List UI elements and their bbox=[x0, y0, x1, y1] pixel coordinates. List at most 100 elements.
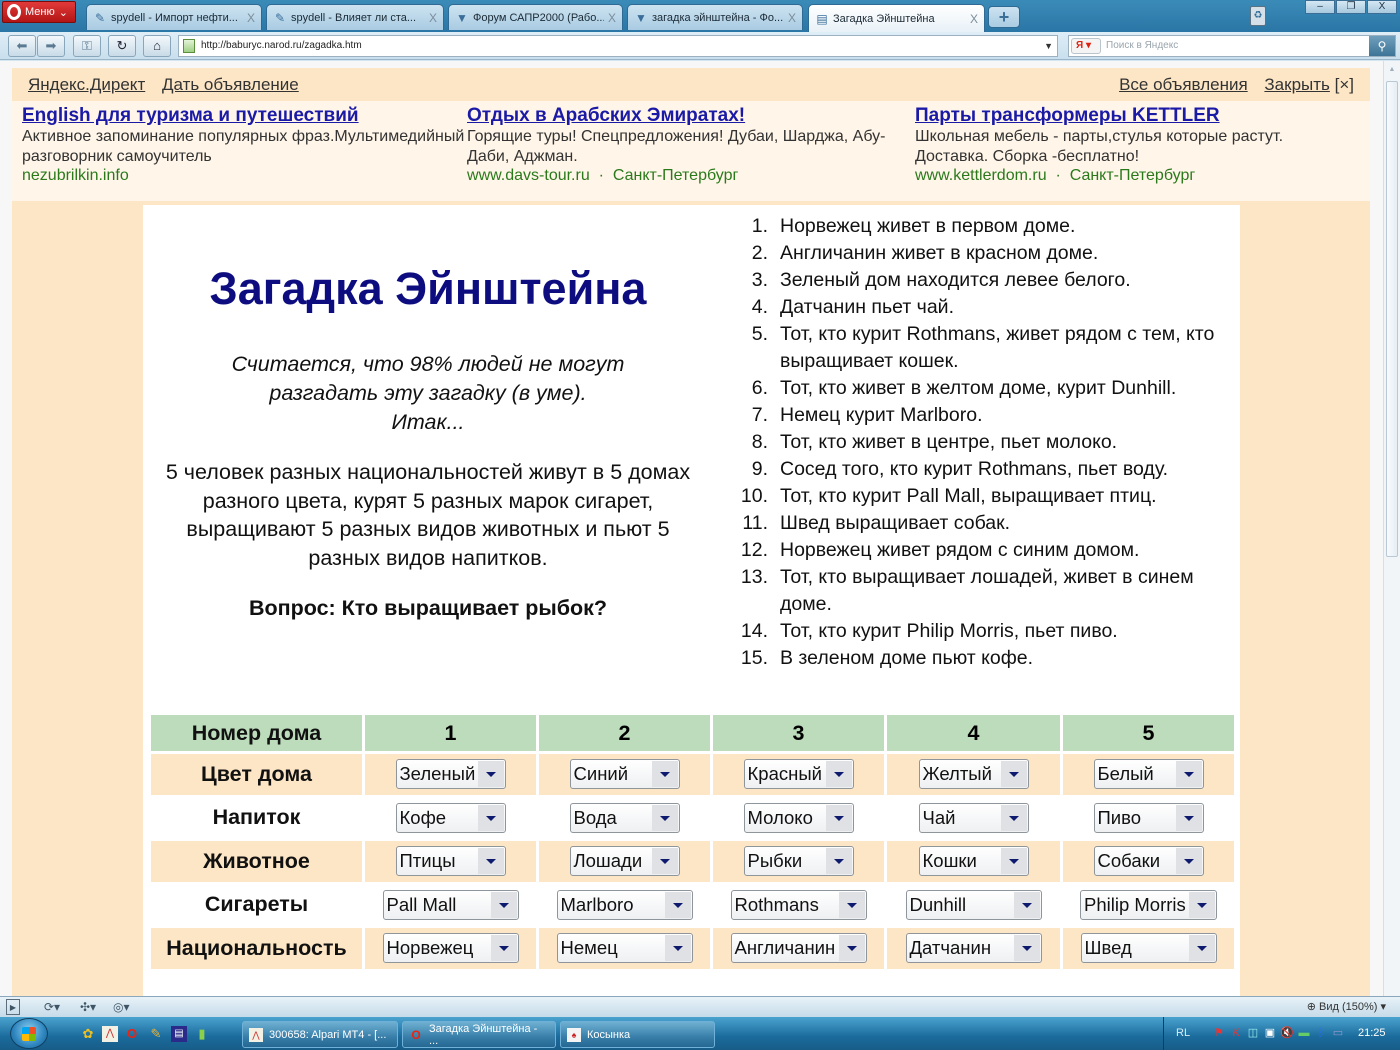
new-tab-button[interactable]: + bbox=[988, 6, 1020, 28]
house-2-select[interactable]: Немец bbox=[556, 933, 693, 964]
tab-forum-sapr[interactable]: ▼ Форум САПР2000 (Рабо... X bbox=[448, 4, 623, 30]
all-ads-link[interactable]: Все объявления bbox=[1119, 75, 1248, 94]
chart-app-icon[interactable]: ⋀ bbox=[102, 1026, 118, 1042]
chevron-down-icon[interactable] bbox=[1175, 804, 1202, 831]
chevron-down-icon[interactable] bbox=[838, 935, 865, 962]
scrollbar-thumb[interactable] bbox=[1386, 81, 1398, 557]
volume-muted-icon[interactable]: 🔇 bbox=[1280, 1025, 1294, 1041]
tab-close-button[interactable]: X bbox=[788, 11, 796, 25]
panel-toggle-icon[interactable]: ▶ bbox=[6, 999, 20, 1015]
reload-button[interactable]: ↻ bbox=[108, 35, 136, 57]
place-ad-link[interactable]: Дать объявление bbox=[162, 75, 299, 94]
language-indicator[interactable]: RL bbox=[1176, 1027, 1190, 1039]
tab-spydell-influence[interactable]: ✎ spydell - Влияет ли ста... X bbox=[266, 4, 444, 30]
task-opera-zagadka[interactable]: O Загадка Эйнштейна - ... bbox=[402, 1021, 556, 1048]
chevron-down-icon[interactable] bbox=[825, 848, 852, 875]
tab-zagadka-active[interactable]: ▤ Загадка Эйнштейна X bbox=[808, 4, 985, 32]
chevron-down-icon[interactable] bbox=[825, 804, 852, 831]
house-1-select[interactable]: Птицы bbox=[395, 846, 506, 877]
minimize-button[interactable]: – bbox=[1305, 0, 1335, 14]
zoom-control[interactable]: ⊕ Вид (150%) ▾ bbox=[1307, 999, 1386, 1015]
house-1-select[interactable]: Кофе bbox=[395, 802, 506, 833]
house-1-select[interactable]: Зеленый bbox=[395, 759, 506, 790]
house-2-select[interactable]: Marlboro bbox=[556, 889, 693, 920]
house-4-select[interactable]: Чай bbox=[918, 802, 1029, 833]
ad-url[interactable]: nezubrilkin.info bbox=[22, 167, 129, 184]
house-5-select[interactable]: Швед bbox=[1080, 933, 1217, 964]
home-button[interactable]: ⌂ bbox=[143, 35, 171, 57]
close-ads-link[interactable]: Закрыть bbox=[1264, 75, 1329, 94]
opera-menu-button[interactable]: Меню ⌄ bbox=[2, 1, 76, 23]
chevron-down-icon[interactable] bbox=[1188, 935, 1215, 962]
yandex-direct-link[interactable]: Яндекс.Директ bbox=[28, 75, 145, 94]
tools-icon[interactable]: ✎ bbox=[148, 1026, 164, 1042]
chevron-down-icon[interactable] bbox=[664, 891, 691, 918]
tab-spydell-import[interactable]: ✎ spydell - Импорт нефти... X bbox=[86, 4, 262, 30]
ad-title-link[interactable]: Парты трансформеры KETTLER bbox=[915, 105, 1360, 127]
chevron-down-icon[interactable] bbox=[477, 848, 504, 875]
house-4-select[interactable]: Датчанин bbox=[905, 933, 1042, 964]
tab-close-button[interactable]: X bbox=[608, 11, 616, 25]
speed-dial-icon[interactable]: ◎▾ bbox=[113, 999, 130, 1015]
ad-url[interactable]: www.davs-tour.ru bbox=[467, 167, 590, 184]
chevron-down-icon[interactable] bbox=[1000, 761, 1027, 788]
sync-icon[interactable]: ⟳▾ bbox=[44, 999, 60, 1015]
house-2-select[interactable]: Лошади bbox=[569, 846, 680, 877]
chevron-down-icon[interactable] bbox=[477, 804, 504, 831]
house-3-select[interactable]: Красный bbox=[743, 759, 854, 790]
house-2-select[interactable]: Синий bbox=[569, 759, 680, 790]
restore-button[interactable]: ❐ bbox=[1336, 0, 1366, 14]
house-3-select[interactable]: Rothmans bbox=[730, 889, 867, 920]
chevron-down-icon[interactable] bbox=[1000, 804, 1027, 831]
start-button[interactable] bbox=[10, 1018, 48, 1049]
house-5-select[interactable]: Philip Morris bbox=[1080, 889, 1217, 920]
house-1-select[interactable]: Pall Mall bbox=[382, 889, 519, 920]
chevron-down-icon[interactable] bbox=[1000, 848, 1027, 875]
house-3-select[interactable]: Рыбки bbox=[743, 846, 854, 877]
chevron-down-icon[interactable] bbox=[1175, 848, 1202, 875]
task-solitaire[interactable]: ♠ Косынка bbox=[560, 1021, 715, 1048]
butterfly-icon[interactable]: ✿ bbox=[80, 1026, 96, 1042]
house-5-select[interactable]: Собаки bbox=[1093, 846, 1204, 877]
opera-icon[interactable]: O bbox=[124, 1026, 140, 1042]
house-5-select[interactable]: Пиво bbox=[1093, 802, 1204, 833]
antivirus-icon[interactable]: K bbox=[1229, 1025, 1243, 1041]
wifi-icon[interactable]: ◫ bbox=[1246, 1025, 1260, 1041]
ad-url[interactable]: www.kettlerdom.ru bbox=[915, 167, 1047, 184]
chevron-down-icon[interactable] bbox=[651, 848, 678, 875]
address-input[interactable]: http://baburyc.narod.ru/zagadka.htm ▼ bbox=[178, 35, 1058, 57]
house-2-select[interactable]: Вода bbox=[569, 802, 680, 833]
chevron-down-icon[interactable]: ▼ bbox=[1044, 36, 1053, 56]
password-manager-button[interactable]: ⚿ bbox=[73, 35, 101, 57]
house-4-select[interactable]: Кошки bbox=[918, 846, 1029, 877]
house-3-select[interactable]: Молоко bbox=[743, 802, 854, 833]
yandex-engine-selector[interactable]: Я ▾ bbox=[1071, 38, 1101, 54]
tab-close-button[interactable]: X bbox=[970, 12, 978, 26]
chevron-down-icon[interactable] bbox=[825, 761, 852, 788]
ad-title-link[interactable]: English для туризма и путешествий bbox=[22, 105, 467, 127]
bluetooth-icon[interactable]: ᛒ bbox=[1314, 1025, 1328, 1041]
ad-title-link[interactable]: Отдых в Арабских Эмиратах! bbox=[467, 105, 915, 127]
house-4-select[interactable]: Желтый bbox=[918, 759, 1029, 790]
save-disk-icon[interactable]: ▤ bbox=[171, 1026, 187, 1042]
chevron-down-icon[interactable] bbox=[1013, 935, 1040, 962]
trash-icon[interactable]: ♻ bbox=[1250, 6, 1266, 26]
chevron-down-icon[interactable] bbox=[490, 935, 517, 962]
chevron-down-icon[interactable] bbox=[651, 761, 678, 788]
clock[interactable]: 21:25 bbox=[1358, 1027, 1386, 1039]
display-icon[interactable]: ▣ bbox=[1263, 1025, 1277, 1041]
house-5-select[interactable]: Белый bbox=[1093, 759, 1204, 790]
scroll-up-icon[interactable]: ▲ bbox=[1384, 63, 1400, 77]
chevron-down-icon[interactable] bbox=[1013, 891, 1040, 918]
unite-icon[interactable]: ✣▾ bbox=[80, 999, 96, 1015]
chevron-down-icon[interactable] bbox=[651, 804, 678, 831]
chevron-down-icon[interactable] bbox=[1175, 761, 1202, 788]
close-window-button[interactable]: X bbox=[1367, 0, 1397, 14]
chevron-down-icon[interactable] bbox=[1189, 891, 1215, 918]
tab-close-button[interactable]: X bbox=[247, 11, 255, 25]
chevron-down-icon[interactable] bbox=[490, 891, 517, 918]
tab-close-button[interactable]: X bbox=[429, 11, 437, 25]
back-button[interactable]: ⬅ bbox=[8, 35, 36, 57]
search-icon[interactable]: ⚲ bbox=[1369, 36, 1395, 56]
network-icon[interactable]: ▬ bbox=[1297, 1025, 1311, 1041]
